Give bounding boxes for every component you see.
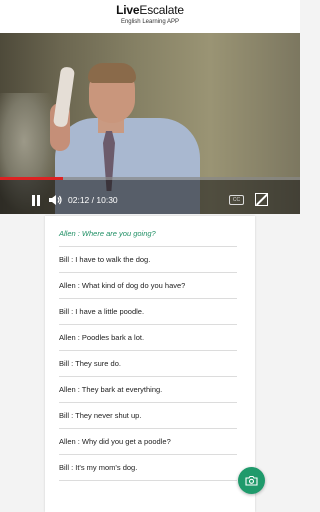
transcript-line[interactable]: Bill : It's my mom's dog. (59, 455, 237, 481)
video-player[interactable]: 02:12 / 10:30 CC (0, 33, 300, 214)
video-person-hair (88, 63, 136, 83)
transcript-line[interactable]: Bill : I have to walk the dog. (59, 247, 237, 273)
camera-button[interactable] (238, 467, 265, 494)
playback-time: 02:12 / 10:30 (68, 195, 118, 205)
transcript-line[interactable]: Allen : Where are you going? (59, 221, 237, 247)
transcript-line[interactable]: Bill : They sure do. (59, 351, 237, 377)
app-logo: LiveEscalate (116, 3, 184, 17)
app-subtitle: English Learning APP (120, 19, 180, 25)
app-header: LiveEscalate English Learning APP (0, 0, 300, 33)
pause-icon[interactable] (32, 195, 40, 206)
volume-icon[interactable] (49, 194, 62, 206)
transcript-line[interactable]: Allen : What kind of dog do you have? (59, 273, 237, 299)
transcript-line[interactable]: Allen : Poodles bark a lot. (59, 325, 237, 351)
transcript-line[interactable]: Bill : I have a little poodle. (59, 299, 237, 325)
progress-fill (0, 177, 63, 180)
fullscreen-icon[interactable] (255, 193, 268, 206)
transcript-line[interactable]: Bill : They never shut up. (59, 403, 237, 429)
progress-bar[interactable] (0, 177, 300, 180)
transcript-panel: Allen : Where are you going? Bill : I hav… (45, 216, 255, 512)
transcript-line[interactable]: Allen : They bark at everything. (59, 377, 237, 403)
transcript-line[interactable]: Allen : Why did you get a poodle? (59, 429, 237, 455)
player-controls: 02:12 / 10:30 CC (0, 177, 300, 214)
cc-icon[interactable]: CC (229, 195, 244, 205)
camera-icon (245, 475, 258, 486)
